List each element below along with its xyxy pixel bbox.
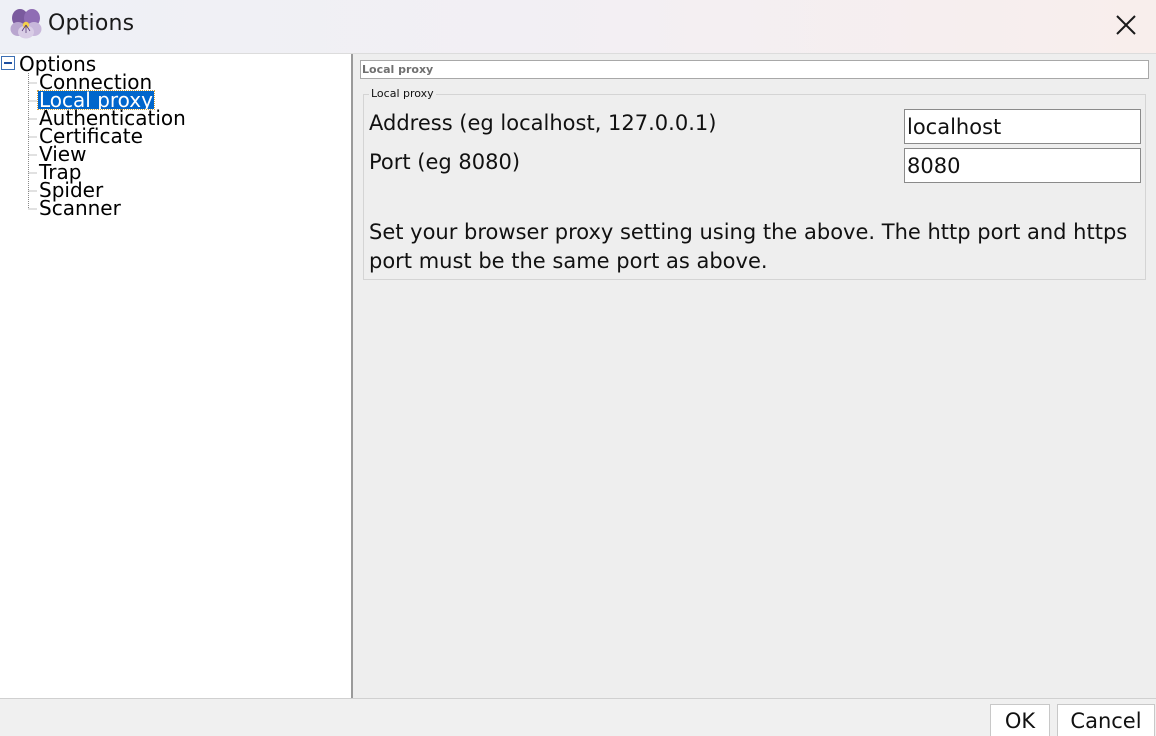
button-bar: OK Cancel <box>0 698 1156 736</box>
panel-header: Local proxy <box>360 60 1149 79</box>
tree-item-scanner[interactable]: Scanner <box>38 198 122 218</box>
window-title: Options <box>48 11 135 36</box>
collapse-minus-icon[interactable] <box>1 56 15 70</box>
port-input[interactable] <box>904 148 1141 183</box>
cancel-button[interactable]: Cancel <box>1057 704 1155 736</box>
local-proxy-group: Local proxy Address (eg localhost, 127.0… <box>363 87 1146 280</box>
options-tree[interactable]: Options Connection Local proxy Authentic… <box>0 54 353 698</box>
port-label: Port (eg 8080) <box>369 150 521 174</box>
close-icon <box>1116 15 1136 35</box>
pansy-flower-icon <box>10 9 42 39</box>
ok-button[interactable]: OK <box>990 704 1050 736</box>
options-dialog: Options Options Connection Local proxy A… <box>0 0 1156 736</box>
group-title: Local proxy <box>369 87 436 101</box>
help-text: Set your browser proxy setting using the… <box>369 220 1128 273</box>
local-proxy-panel: Local proxy Local proxy Address (eg loca… <box>353 54 1156 698</box>
address-input[interactable] <box>904 109 1141 144</box>
close-button[interactable] <box>1096 0 1156 50</box>
title-bar[interactable]: Options <box>0 0 1156 54</box>
address-label: Address (eg localhost, 127.0.0.1) <box>369 111 717 135</box>
